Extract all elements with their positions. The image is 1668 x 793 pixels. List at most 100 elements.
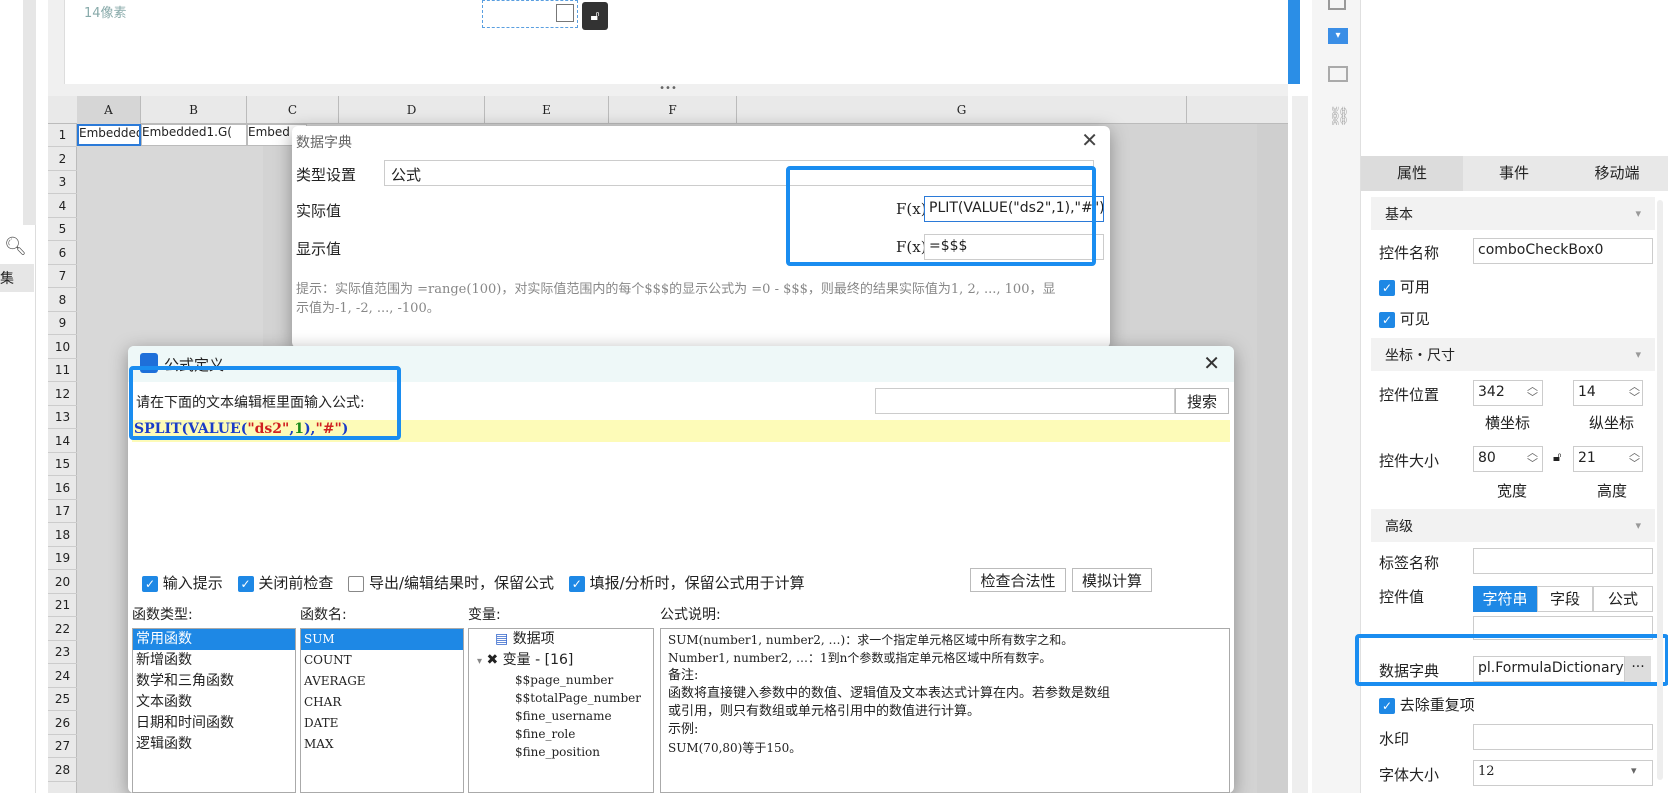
row-header[interactable]: 20 <box>48 571 77 594</box>
check-icon[interactable]: ✓ <box>142 575 158 592</box>
tree-item[interactable]: $fine_username <box>469 707 653 725</box>
sheet-vertical-scrollbar[interactable] <box>1292 96 1308 793</box>
watermark-input[interactable] <box>1473 724 1653 750</box>
enabled-checkbox[interactable]: ✓ 可用 <box>1379 276 1430 297</box>
list-item[interactable]: 逻辑函数 <box>133 734 295 755</box>
list-item[interactable]: CHAR <box>301 692 463 713</box>
height-spinner[interactable]: ︿ ﹀ <box>1629 447 1640 469</box>
column-header[interactable]: B <box>141 96 247 124</box>
tab-mobile[interactable]: 移动端 <box>1565 156 1668 191</box>
section-coords[interactable]: 坐标・尺寸 ▾ <box>1371 338 1655 371</box>
pos-y-spinner[interactable]: ︿ ﹀ <box>1629 381 1640 403</box>
row-header[interactable]: 23 <box>48 641 77 664</box>
tree-item[interactable]: ▤ 数据项 <box>469 629 653 650</box>
tree-item[interactable]: $fine_position <box>469 743 653 761</box>
check-icon[interactable]: ✓ <box>237 575 254 592</box>
row-header[interactable]: 19 <box>48 547 77 570</box>
panel-scrollbar[interactable] <box>1657 200 1663 780</box>
dedupe-checkbox[interactable]: ✓ 去除重复项 <box>1379 694 1475 715</box>
row-header[interactable]: 10 <box>48 336 77 359</box>
row-header[interactable]: 4 <box>48 195 77 218</box>
tag-name-input[interactable] <box>1473 548 1653 574</box>
left-scrollbar[interactable] <box>23 0 36 225</box>
column-header[interactable]: A <box>77 96 141 124</box>
row-header[interactable]: 16 <box>48 477 77 500</box>
check-icon[interactable]: ✓ <box>568 575 585 592</box>
simulate-button[interactable]: 模拟计算 <box>1072 568 1152 592</box>
checkbox-icon[interactable] <box>348 575 365 592</box>
variable-tree[interactable]: ▤ 数据项 ▾ ✖ 变量 - [16] $$page_number $$tota… <box>468 628 654 793</box>
lock-icon[interactable]: 🔓︎ <box>582 2 608 30</box>
section-advanced[interactable]: 高级 ▾ <box>1371 509 1655 542</box>
pos-x-spinner[interactable]: ︿ ﹀ <box>1527 381 1538 403</box>
font-size-select[interactable]: 12 <box>1473 760 1653 786</box>
row-header[interactable]: 15 <box>48 453 77 476</box>
tree-item[interactable]: $$totalPage_number <box>469 689 653 707</box>
row-header[interactable]: 6 <box>48 242 77 265</box>
selected-widget[interactable] <box>482 0 578 28</box>
widget-name-input[interactable]: comboCheckBox0 <box>1473 238 1653 264</box>
row-header[interactable]: 25 <box>48 688 77 711</box>
list-icon[interactable] <box>1328 66 1348 82</box>
row-header[interactable]: 1 <box>48 124 77 147</box>
value-type-formula[interactable]: 公式 <box>1593 586 1653 612</box>
row-header[interactable]: 8 <box>48 289 77 312</box>
list-item[interactable]: 新增函数 <box>133 650 295 671</box>
validate-button[interactable]: 检查合法性 <box>970 568 1066 592</box>
column-header[interactable]: D <box>339 96 485 124</box>
function-search-input[interactable] <box>875 388 1175 414</box>
column-header[interactable]: G <box>737 96 1187 124</box>
row-header[interactable]: 14 <box>48 430 77 453</box>
row-header[interactable]: 27 <box>48 735 77 758</box>
list-item[interactable]: SUM <box>301 629 463 650</box>
search-button[interactable]: 搜索 <box>1175 388 1229 414</box>
row-header[interactable]: 22 <box>48 618 77 641</box>
row-header[interactable]: 17 <box>48 500 77 523</box>
row-header[interactable]: 13 <box>48 406 77 429</box>
link-icon[interactable]: ⛓ <box>1328 106 1351 127</box>
row-header[interactable]: 24 <box>48 665 77 688</box>
column-header[interactable]: F <box>609 96 737 124</box>
value-type-field[interactable]: 字段 <box>1537 586 1593 612</box>
visible-checkbox[interactable]: ✓ 可见 <box>1379 308 1430 329</box>
list-item[interactable]: DATE <box>301 713 463 734</box>
row-header[interactable]: 7 <box>48 265 77 288</box>
row-header[interactable]: 11 <box>48 359 77 382</box>
value-type-string[interactable]: 字符串 <box>1473 586 1537 612</box>
row-header[interactable]: 18 <box>48 524 77 547</box>
close-icon[interactable]: ✕ <box>1203 351 1220 375</box>
lock-icon[interactable]: 🔓︎ <box>1553 450 1561 465</box>
splitter-handle[interactable]: ••• <box>48 84 1288 96</box>
frame-icon[interactable] <box>1328 0 1346 10</box>
tab-events[interactable]: 事件 <box>1463 156 1565 191</box>
row-header[interactable]: 12 <box>48 383 77 406</box>
combobox-icon[interactable]: ▾ <box>1328 28 1348 44</box>
function-type-list[interactable]: 常用函数 新增函数 数学和三角函数 文本函数 日期和时间函数 逻辑函数 <box>132 628 296 793</box>
row-header[interactable]: 2 <box>48 148 77 171</box>
tree-item[interactable]: $fine_role <box>469 725 653 743</box>
list-item[interactable]: COUNT <box>301 650 463 671</box>
row-header[interactable]: 26 <box>48 712 77 735</box>
column-header[interactable]: C <box>247 96 339 124</box>
function-name-list[interactable]: SUM COUNT AVERAGE CHAR DATE MAX <box>300 628 464 793</box>
cell-a1[interactable]: Embedded <box>77 124 141 146</box>
row-header[interactable]: 3 <box>48 171 77 194</box>
list-item[interactable]: 数学和三角函数 <box>133 671 295 692</box>
row-header[interactable]: 5 <box>48 218 77 241</box>
cell-b1[interactable]: Embedded1.G( <box>141 124 247 146</box>
list-item[interactable]: 文本函数 <box>133 692 295 713</box>
list-item[interactable]: 日期和时间函数 <box>133 713 295 734</box>
row-header[interactable]: 9 <box>48 312 77 335</box>
width-spinner[interactable]: ︿ ﹀ <box>1527 447 1538 469</box>
tab-properties[interactable]: 属性 <box>1361 156 1463 191</box>
list-item[interactable]: MAX <box>301 734 463 755</box>
list-item[interactable]: 常用函数 <box>133 629 295 650</box>
left-panel-item[interactable]: 集 <box>0 264 34 292</box>
formula-editor-area[interactable] <box>132 442 1230 582</box>
tree-item[interactable]: ▾ ✖ 变量 - [16] <box>469 650 653 671</box>
tree-item[interactable]: $$page_number <box>469 671 653 689</box>
row-header[interactable]: 28 <box>48 759 77 782</box>
list-item[interactable]: AVERAGE <box>301 671 463 692</box>
search-icon[interactable]: 🔍︎ <box>4 236 27 257</box>
row-header[interactable]: 21 <box>48 594 77 617</box>
